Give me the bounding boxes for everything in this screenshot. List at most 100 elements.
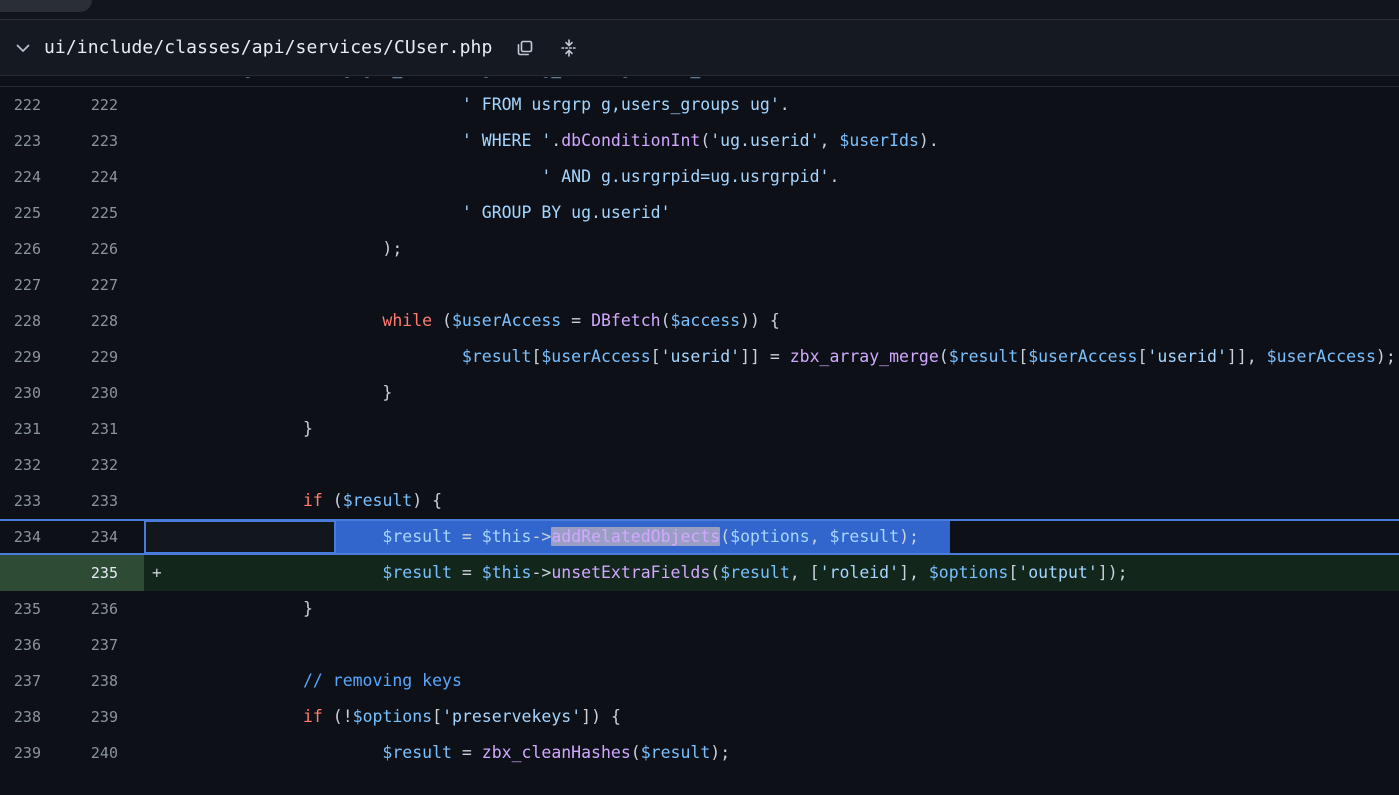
gutter-old-line-number: 223 bbox=[13, 132, 41, 150]
code-token-variable: $result bbox=[382, 743, 452, 762]
code-token-variable: $this bbox=[481, 563, 532, 582]
diff-line-context[interactable]: 222 222 ' FROM usrgrp g,users_groups ug'. bbox=[0, 87, 1399, 123]
code-line-text: ' FROM usrgrp g,users_groups ug'. bbox=[144, 87, 790, 123]
diff-line-context[interactable]: 238 239 if (!$options['preservekeys']) { bbox=[0, 699, 1399, 735]
code-line-text: } bbox=[144, 375, 392, 411]
diff-line-context[interactable]: 233 233 if ($result) { bbox=[0, 483, 1399, 519]
gutter-new-line-number: 225 bbox=[90, 204, 118, 222]
gutter-new-line-number: 227 bbox=[90, 276, 118, 294]
code-token-variable: $userIds bbox=[839, 131, 919, 150]
gutter-old-line-number bbox=[0, 555, 41, 591]
code-token-variable: $this bbox=[481, 527, 532, 546]
diff-line-context[interactable]: 228 228 while ($userAccess = DBfetch($acc… bbox=[0, 303, 1399, 339]
code-token-plain: = bbox=[451, 527, 482, 546]
diff-line-added[interactable]: 235 + $result = $this->unsetExtraFields($… bbox=[0, 555, 1399, 591]
code-token-plain: -> bbox=[531, 527, 552, 546]
code-line-text: $result[$userAccess['userid']] = zbx_arr… bbox=[144, 339, 1396, 375]
code-token-variable: $userAccess bbox=[1266, 347, 1376, 366]
gutter-old-line-number: 232 bbox=[13, 456, 41, 474]
code-token-variable: $result bbox=[382, 563, 452, 582]
code-line-text: if ($result) { bbox=[144, 483, 442, 519]
code-token-variable: $result bbox=[342, 491, 413, 510]
code-token-variable: $result bbox=[829, 527, 900, 546]
gutter-old-line-number: 230 bbox=[13, 384, 41, 402]
code-token-plain: ( bbox=[938, 347, 949, 366]
diff-line-context[interactable]: 236 237 bbox=[0, 627, 1399, 663]
diff-line-context[interactable]: 235 236 } bbox=[0, 591, 1399, 627]
code-token-plain: . bbox=[779, 95, 790, 114]
code-token-plain: (! bbox=[322, 707, 353, 726]
code-token-function: zbx_cleanHashes bbox=[481, 743, 631, 762]
diff-line-context[interactable]: 230 230 } bbox=[0, 375, 1399, 411]
code-line-text: ' AND g.usrgrpid=ug.usrgrpid'. bbox=[144, 159, 839, 195]
code-token-plain: ( bbox=[700, 131, 711, 150]
code-token-comment: // removing keys bbox=[302, 671, 462, 690]
gutter-new-line-number: 234 bbox=[90, 528, 118, 546]
code-token-string: ' AND g.usrgrpid=ug.usrgrpid' bbox=[541, 167, 830, 186]
diff-line-context[interactable]: 239 240 $result = zbx_cleanHashes($result… bbox=[0, 735, 1399, 771]
diff-line-context[interactable]: 237 238 // removing keys bbox=[0, 663, 1399, 699]
diff-line-context[interactable]: 227 227 bbox=[0, 267, 1399, 303]
code-token-variable: $result bbox=[382, 527, 452, 546]
code-token-plain: } bbox=[144, 383, 393, 402]
collapse-expand-icon[interactable] bbox=[554, 33, 584, 63]
diff-line-context[interactable]: 231 231 } bbox=[0, 411, 1399, 447]
code-token-variable: $result bbox=[461, 347, 532, 366]
code-token-plain: -> bbox=[531, 563, 552, 582]
code-token-selected: addRelatedObjects bbox=[551, 527, 721, 546]
diff-line-context[interactable]: 223 223 ' WHERE '.dbConditionInt('ug.user… bbox=[0, 123, 1399, 159]
code-token-variable: $options bbox=[352, 707, 433, 726]
code-line-text: $result = $this->unsetExtraFields($resul… bbox=[144, 555, 1127, 591]
diff-line-focus[interactable]: 234 234 $result = $this->addRelatedObject… bbox=[0, 519, 1399, 555]
file-path-label: ui/include/classes/api/services/CUser.ph… bbox=[44, 37, 493, 58]
gutter-new-line-number: 232 bbox=[90, 456, 118, 474]
diff-line-context[interactable]: 232 232 bbox=[0, 447, 1399, 483]
code-token-plain: ). bbox=[918, 131, 939, 150]
diff-line-context[interactable]: 224 224 ' AND g.usrgrpid=ug.usrgrpid'. bbox=[0, 159, 1399, 195]
code-token-plain: ]) { bbox=[581, 707, 621, 726]
code-token-string: 'ug.userid' bbox=[710, 131, 820, 150]
code-token-string: ' GROUP BY ug.userid' bbox=[461, 203, 671, 222]
code-line-text: ' WHERE '.dbConditionInt('ug.userid', $u… bbox=[144, 123, 939, 159]
diff-line-context[interactable]: 226 226 ); bbox=[0, 231, 1399, 267]
code-token-plain: ); bbox=[899, 527, 919, 546]
code-token-plain: , bbox=[819, 131, 840, 150]
diff-line-context[interactable]: 229 229 $result[$userAccess['userid']] = … bbox=[0, 339, 1399, 375]
browser-tab-corner[interactable] bbox=[0, 0, 92, 12]
code-token-plain: . bbox=[551, 131, 562, 150]
code-line-text: while ($userAccess = DBfetch($access)) { bbox=[144, 303, 780, 339]
code-token-plain: )) { bbox=[740, 311, 780, 330]
code-token-keyword: if bbox=[302, 491, 323, 510]
gutter-old-line-number: 227 bbox=[13, 276, 41, 294]
code-token-plain: , bbox=[809, 527, 830, 546]
code-token-plain: [ bbox=[1018, 347, 1029, 366]
code-line-text: // removing keys bbox=[144, 663, 462, 699]
code-token-plain: [ bbox=[650, 347, 661, 366]
copy-icon[interactable] bbox=[510, 33, 540, 63]
gutter-old-line-number: 222 bbox=[13, 96, 41, 114]
code-token-plain: } bbox=[144, 419, 313, 438]
diff-body[interactable]: ' SELECT ug.userid, g.gui_access, g.debu… bbox=[0, 77, 1399, 795]
chevron-down-icon[interactable] bbox=[8, 33, 38, 63]
gutter-old-line-number: 224 bbox=[13, 168, 41, 186]
code-token-string: 'roleid' bbox=[819, 563, 900, 582]
gutter-new-line-number: 224 bbox=[90, 168, 118, 186]
gutter-new-line-number: 230 bbox=[90, 384, 118, 402]
code-line-text: ' GROUP BY ug.userid' bbox=[144, 195, 671, 231]
gutter-new-line-number: 228 bbox=[90, 312, 118, 330]
added-gutter-pad bbox=[118, 555, 144, 591]
gutter-old-line-number: 228 bbox=[13, 312, 41, 330]
code-token-plain: [ bbox=[1008, 563, 1019, 582]
diff-line-context[interactable]: 225 225 ' GROUP BY ug.userid' bbox=[0, 195, 1399, 231]
code-token-plain: ); bbox=[1375, 347, 1396, 366]
code-token-variable: $userAccess bbox=[541, 347, 651, 366]
code-token-function: dbConditionInt bbox=[561, 131, 701, 150]
gutter-old-line-number: 225 bbox=[13, 204, 41, 222]
gutter-old-line-number: 229 bbox=[13, 348, 41, 366]
